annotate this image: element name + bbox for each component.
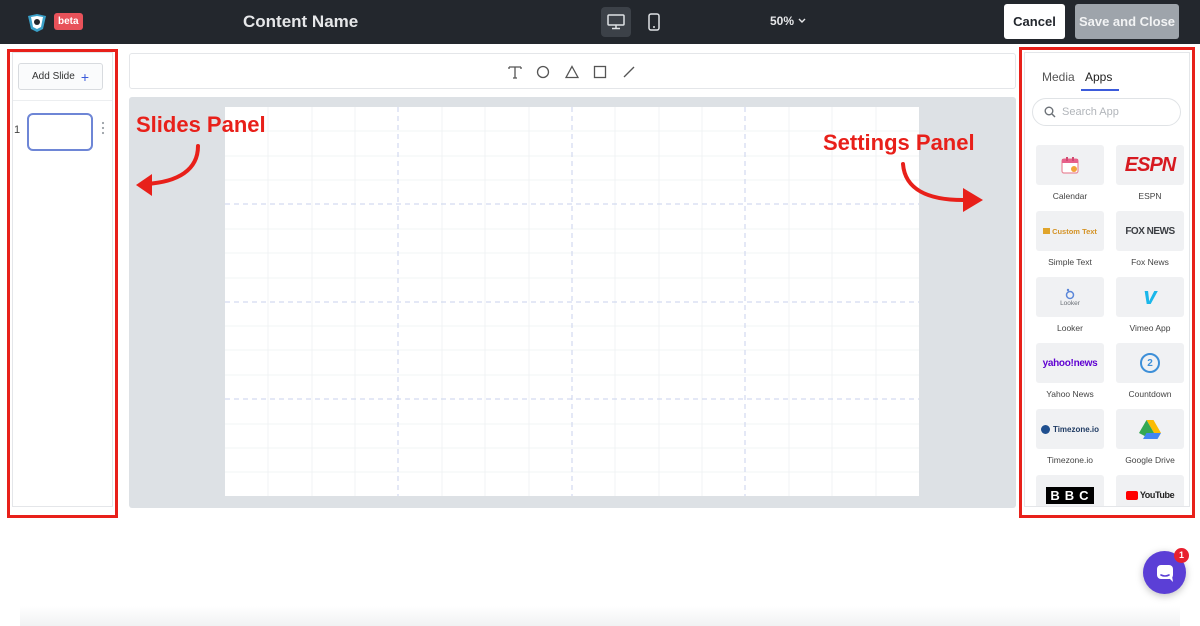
- square-tool-icon[interactable]: [591, 63, 609, 81]
- slides-panel-highlight: [7, 49, 118, 518]
- monitor-icon: [607, 14, 625, 30]
- beta-badge: beta: [54, 13, 83, 30]
- settings-panel-highlight: [1019, 47, 1195, 518]
- cancel-button[interactable]: Cancel: [1004, 4, 1065, 39]
- mobile-preview-button[interactable]: [639, 7, 669, 37]
- canvas-grid: [225, 107, 919, 496]
- triangle-tool-icon[interactable]: [563, 63, 581, 81]
- desktop-preview-button[interactable]: [601, 7, 631, 37]
- phone-icon: [648, 13, 660, 31]
- notification-badge: 1: [1174, 548, 1189, 563]
- text-tool-icon[interactable]: [506, 63, 524, 81]
- slide-canvas[interactable]: [225, 107, 919, 496]
- save-and-close-button[interactable]: Save and Close: [1075, 4, 1179, 39]
- content-name-title[interactable]: Content Name: [243, 11, 358, 33]
- circle-tool-icon[interactable]: [534, 63, 552, 81]
- arrow-left-icon: [136, 144, 200, 196]
- line-tool-icon[interactable]: [620, 63, 638, 81]
- editor-canvas-area: [129, 97, 1016, 508]
- bottom-edge: [20, 606, 1180, 626]
- shape-toolbar: [129, 53, 1016, 89]
- slides-panel-annotation: Slides Panel: [136, 112, 266, 137]
- zoom-dropdown[interactable]: 50%: [770, 14, 806, 28]
- settings-panel-annotation: Settings Panel: [823, 130, 975, 155]
- zoom-value: 50%: [770, 14, 795, 28]
- app-logo-icon[interactable]: [26, 11, 48, 33]
- chevron-down-icon: [798, 18, 806, 23]
- arrow-right-icon: [901, 162, 983, 212]
- chat-icon: [1156, 564, 1173, 582]
- top-bar: beta Content Name 50% Cancel Save and Cl…: [0, 0, 1200, 44]
